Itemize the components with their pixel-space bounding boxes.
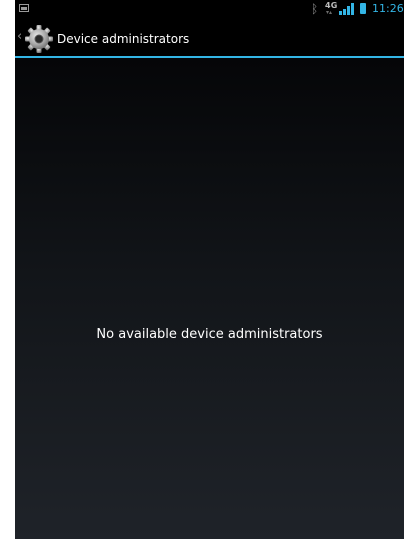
page-title: Device administrators xyxy=(57,32,190,46)
empty-state-message: No available device administrators xyxy=(96,327,323,342)
battery-icon xyxy=(360,3,366,14)
settings-gear-icon[interactable] xyxy=(24,24,54,54)
content-area: No available device administrators xyxy=(15,58,404,539)
signal-icon xyxy=(339,3,354,15)
network-arrows: ▾▴ xyxy=(326,9,333,16)
status-bar: ᛒ 4G ▾▴ 11:26 A xyxy=(15,0,404,22)
status-clock: 11:26 A xyxy=(372,2,404,15)
back-caret-icon[interactable]: ‹ xyxy=(17,30,22,44)
device-screen: ᛒ 4G ▾▴ 11:26 A ‹ xyxy=(15,0,404,539)
network-activity-icon: ▾▴ xyxy=(326,10,332,16)
screenshot-icon xyxy=(19,4,29,12)
bluetooth-icon: ᛒ xyxy=(311,2,319,16)
